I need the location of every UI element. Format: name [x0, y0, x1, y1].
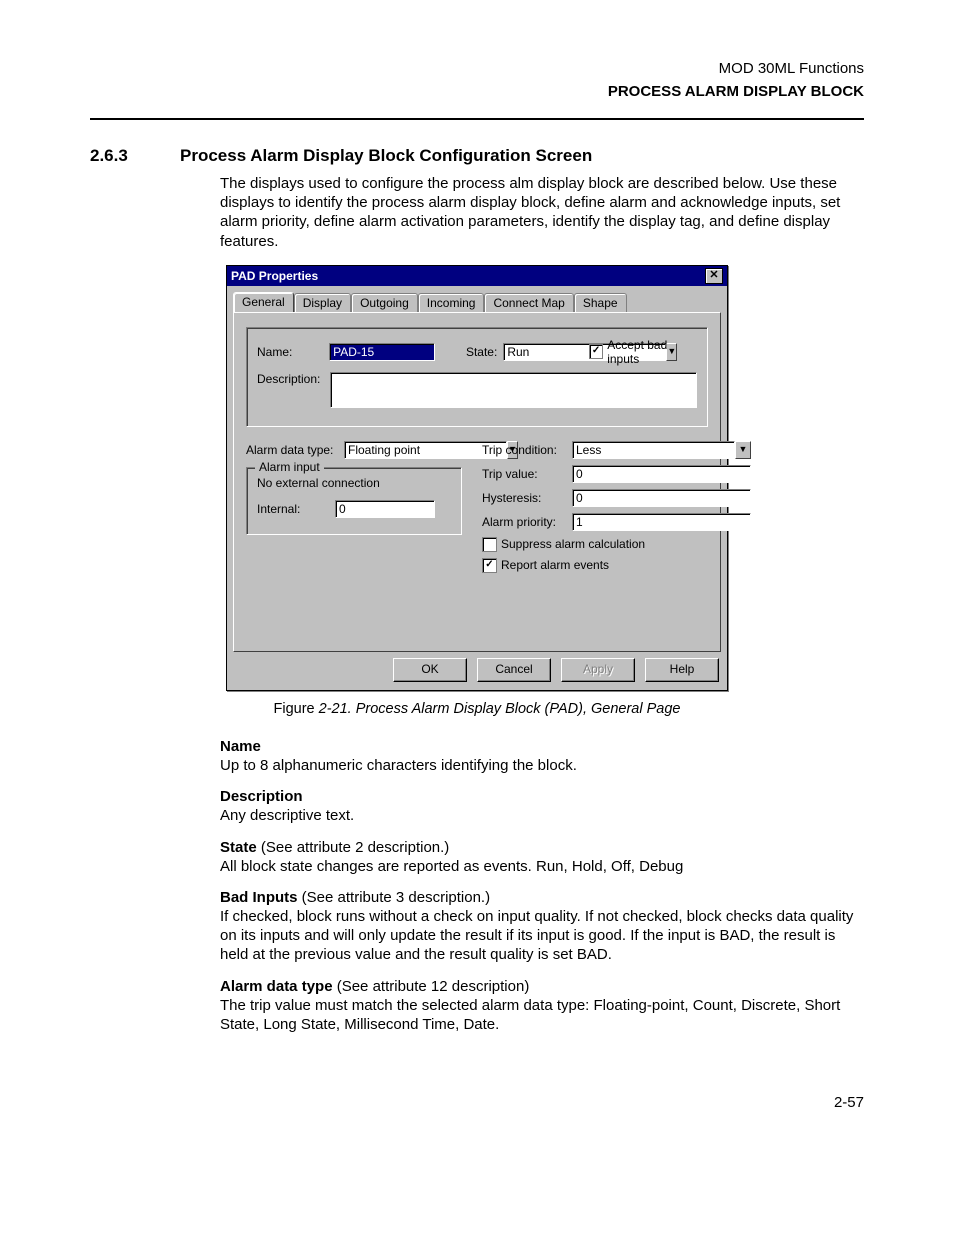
def-alarmdatatype-body: The trip value must match the selected a…: [220, 996, 854, 1034]
state-label: State:: [466, 345, 497, 359]
identity-pane: Name: State: ▼ ✓ Accept bad inputs: [246, 327, 708, 427]
suppress-alarm-checkbox[interactable]: Suppress alarm calculation: [482, 537, 751, 552]
tab-outgoing[interactable]: Outgoing: [351, 293, 418, 312]
tab-panel-general: Name: State: ▼ ✓ Accept bad inputs: [233, 312, 721, 652]
pad-properties-dialog: PAD Properties ✕ General Display Outgoin…: [226, 265, 728, 691]
doc-title: MOD 30ML Functions: [90, 60, 864, 77]
def-state-term: State: [220, 839, 257, 856]
description-label: Description:: [257, 372, 324, 386]
def-state-note: (See attribute 2 description.): [257, 839, 450, 856]
def-alarmdatatype-term: Alarm data type: [220, 978, 333, 995]
apply-button[interactable]: Apply: [561, 658, 635, 682]
close-icon[interactable]: ✕: [705, 268, 723, 284]
tab-connect-map[interactable]: Connect Map: [484, 293, 573, 312]
def-badinputs-note: (See attribute 3 description.): [298, 889, 491, 906]
name-field[interactable]: [329, 343, 435, 361]
trip-value-field[interactable]: [572, 465, 751, 483]
internal-field[interactable]: [335, 500, 435, 518]
def-state-body: All block state changes are reported as …: [220, 857, 854, 876]
alarm-priority-field[interactable]: [572, 513, 751, 531]
checkbox-icon: ✓: [482, 558, 497, 573]
checkbox-icon: [482, 537, 497, 552]
tab-shape[interactable]: Shape: [574, 293, 627, 312]
report-alarm-events-checkbox[interactable]: ✓ Report alarm events: [482, 558, 751, 573]
alarm-input-fieldset: Alarm input No external connection Inter…: [246, 467, 462, 535]
intro-paragraph: The displays used to configure the proce…: [220, 174, 854, 251]
dialog-title: PAD Properties: [231, 269, 318, 283]
def-name-term: Name: [220, 737, 854, 756]
trip-condition-select[interactable]: [572, 441, 735, 459]
alarm-data-type-label: Alarm data type:: [246, 443, 338, 457]
no-external-connection-label: No external connection: [257, 476, 451, 490]
accept-bad-inputs-checkbox[interactable]: ✓ Accept bad inputs: [589, 338, 697, 366]
def-description-body: Any descriptive text.: [220, 806, 854, 825]
tab-incoming[interactable]: Incoming: [418, 293, 485, 312]
hysteresis-label: Hysteresis:: [482, 491, 566, 505]
def-badinputs-term: Bad Inputs: [220, 889, 298, 906]
checkbox-icon: ✓: [589, 344, 603, 359]
trip-condition-label: Trip condition:: [482, 443, 566, 457]
alarm-input-legend: Alarm input: [255, 460, 324, 474]
section-number: 2.6.3: [90, 146, 180, 166]
header-rule: [90, 118, 864, 120]
suppress-alarm-label: Suppress alarm calculation: [501, 537, 645, 551]
def-name-body: Up to 8 alphanumeric characters identify…: [220, 756, 854, 775]
dialog-titlebar[interactable]: PAD Properties ✕: [227, 266, 727, 286]
def-description-term: Description: [220, 787, 854, 806]
alarm-priority-label: Alarm priority:: [482, 515, 566, 529]
internal-label: Internal:: [257, 502, 329, 516]
chevron-down-icon[interactable]: ▼: [735, 441, 751, 459]
name-label: Name:: [257, 345, 323, 359]
figure-caption: Figure 2-21. Process Alarm Display Block…: [90, 701, 864, 717]
def-badinputs-body: If checked, block runs without a check o…: [220, 907, 854, 965]
tab-general[interactable]: General: [233, 292, 294, 312]
tab-display[interactable]: Display: [294, 293, 351, 312]
cancel-button[interactable]: Cancel: [477, 658, 551, 682]
tab-strip: General Display Outgoing Incoming Connec…: [227, 286, 727, 312]
section-header: PROCESS ALARM DISPLAY BLOCK: [90, 83, 864, 100]
trip-value-label: Trip value:: [482, 467, 566, 481]
help-button[interactable]: Help: [645, 658, 719, 682]
accept-bad-inputs-label: Accept bad inputs: [607, 338, 697, 366]
description-field[interactable]: [330, 372, 697, 408]
def-alarmdatatype-note: (See attribute 12 description): [333, 978, 530, 995]
ok-button[interactable]: OK: [393, 658, 467, 682]
hysteresis-field[interactable]: [572, 489, 751, 507]
page-number: 2-57: [90, 1094, 864, 1111]
section-title: Process Alarm Display Block Configuratio…: [180, 146, 592, 165]
report-alarm-events-label: Report alarm events: [501, 558, 609, 572]
dialog-button-bar: OK Cancel Apply Help: [227, 658, 727, 690]
